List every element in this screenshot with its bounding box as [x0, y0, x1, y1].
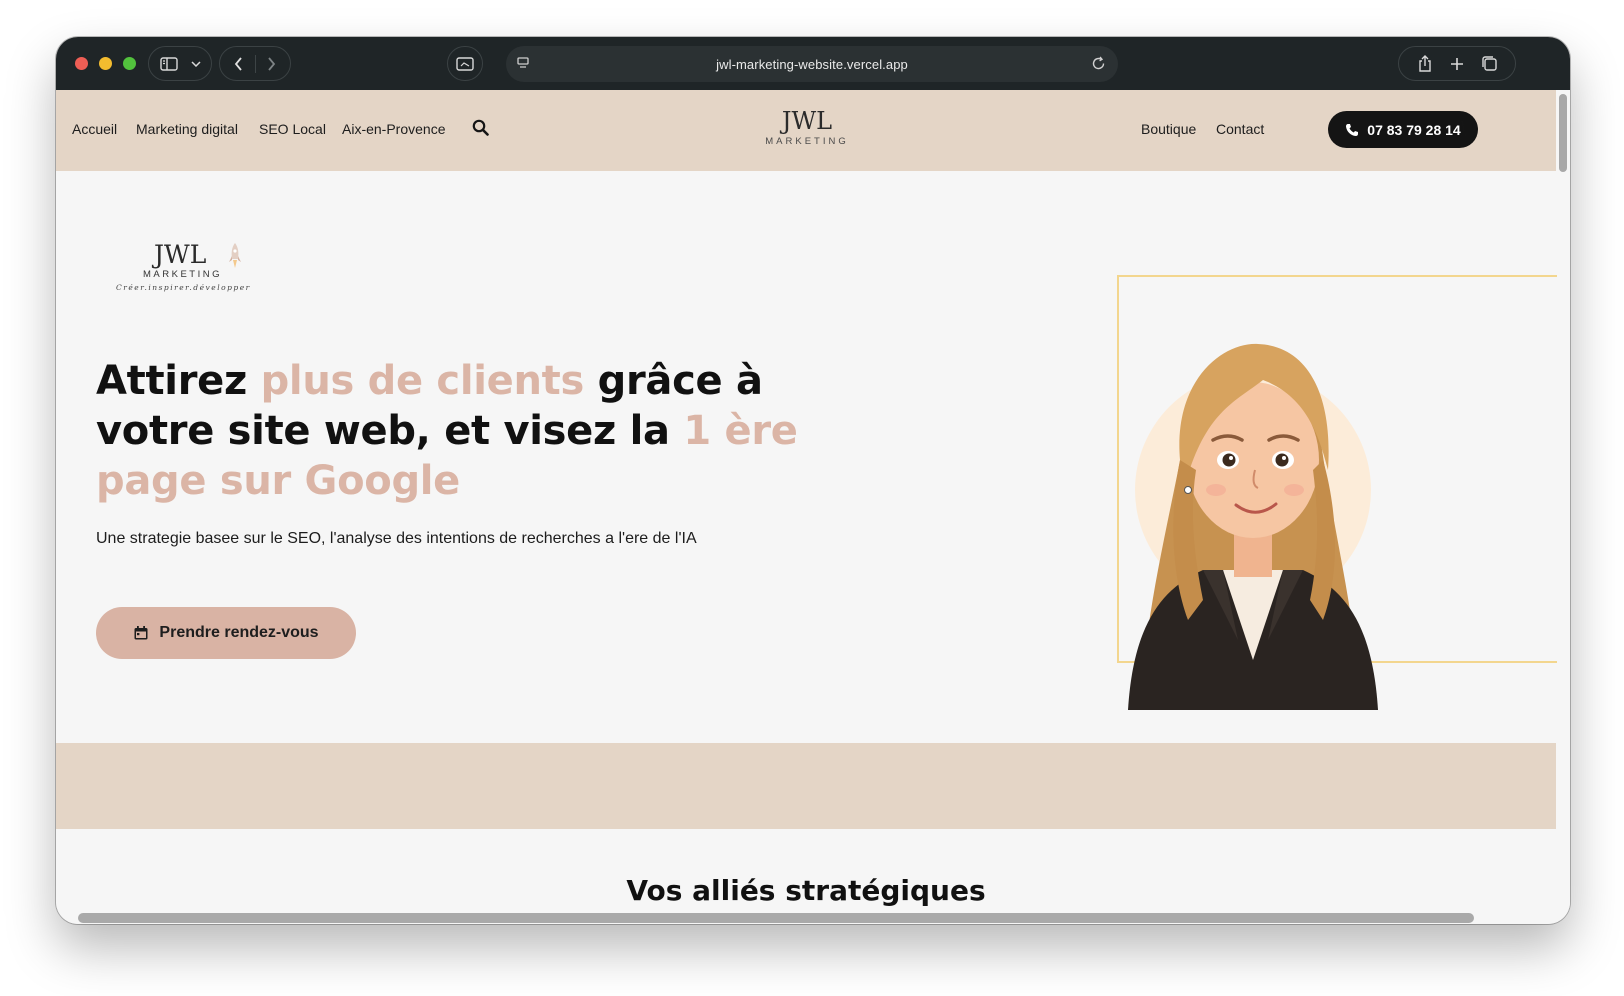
hero-logo-tagline: Créer.inspirer.développer [116, 283, 251, 292]
phone-icon [1346, 123, 1359, 136]
window-actions-group [1398, 46, 1516, 81]
browser-window: jwl-marketing-website.vercel.app Accueil… [56, 37, 1570, 924]
logo-wordmark: JWL [781, 107, 833, 135]
beige-band [56, 743, 1556, 829]
back-arrow-icon[interactable] [223, 48, 255, 80]
new-tab-plus-icon[interactable] [1441, 48, 1473, 80]
history-nav-group [219, 46, 291, 81]
nav-link-contact[interactable]: Contact [1216, 121, 1264, 137]
page-viewport: Accueil Marketing digital SEO Local Aix-… [56, 90, 1570, 924]
horizontal-scrollbar[interactable] [78, 913, 1474, 923]
hero-logo: JWL MARKETING Créer.inspirer.développer [114, 240, 254, 300]
minimize-window-button[interactable] [99, 57, 112, 70]
vertical-scrollbar-track [1557, 90, 1570, 924]
headline-accent: plus de clients [260, 358, 585, 404]
hero-logo-wordmark: JWL [154, 240, 207, 269]
cart-icon[interactable] [1458, 119, 1478, 143]
hero-headline: Attirez plus de clients grâce à votre si… [96, 356, 876, 506]
calendar-icon [134, 626, 148, 640]
site-navbar: Accueil Marketing digital SEO Local Aix-… [56, 90, 1556, 171]
url-text: jwl-marketing-website.vercel.app [716, 56, 908, 72]
share-icon[interactable] [1409, 48, 1441, 80]
cta-label: Prendre rendez-vous [159, 624, 319, 641]
search-icon[interactable] [472, 119, 489, 141]
chevron-down-icon[interactable] [185, 48, 207, 80]
nav-link-aix-en-provence[interactable]: Aix-en-Provence [342, 121, 446, 137]
forward-arrow-icon[interactable] [256, 48, 288, 80]
hero-subtext: Une strategie basee sur le SEO, l'analys… [96, 530, 697, 547]
headline-part: Attirez [96, 358, 261, 404]
nav-link-accueil[interactable]: Accueil [72, 121, 117, 137]
browser-titlebar: jwl-marketing-website.vercel.app [56, 37, 1570, 90]
vertical-scrollbar[interactable] [1559, 94, 1567, 172]
nav-link-marketing-digital[interactable]: Marketing digital [136, 121, 238, 137]
nav-link-boutique[interactable]: Boutique [1141, 121, 1196, 137]
nav-link-seo-local[interactable]: SEO Local [259, 121, 326, 137]
sidebar-icon[interactable] [153, 48, 185, 80]
book-appointment-button[interactable]: Prendre rendez-vous [96, 607, 356, 659]
portrait-illustration [1118, 300, 1388, 715]
sidebar-toggle-group [148, 46, 212, 81]
site-logo[interactable]: JWL MARKETING [759, 108, 855, 154]
close-window-button[interactable] [75, 57, 88, 70]
phone-number: 07 83 79 28 14 [1367, 121, 1461, 138]
address-bar[interactable]: jwl-marketing-website.vercel.app [506, 46, 1118, 82]
screen-icon [456, 56, 474, 71]
tab-overview-icon[interactable] [1473, 48, 1505, 80]
reader-mode-button[interactable] [447, 46, 483, 81]
hero-logo-subtitle: MARKETING [143, 269, 222, 280]
rocket-icon [228, 242, 242, 279]
logo-subtitle: MARKETING [765, 136, 849, 147]
phone-button[interactable]: 07 83 79 28 14 [1328, 111, 1478, 148]
reload-icon[interactable] [1091, 56, 1106, 76]
section-title: Vos alliés stratégiques [626, 874, 986, 907]
zoom-window-button[interactable] [123, 57, 136, 70]
